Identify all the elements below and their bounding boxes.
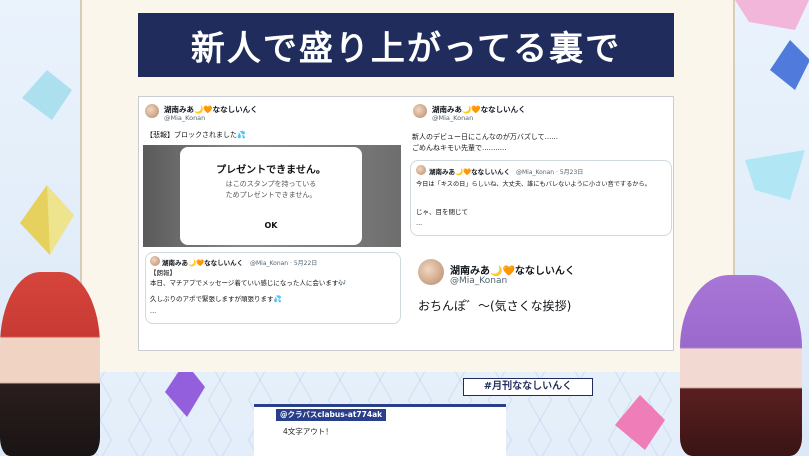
crystal-decor-left-top (22, 70, 72, 120)
crystal-decor-left (20, 185, 74, 255)
title-banner: 新人で盛り上がってる裏で (138, 13, 674, 77)
zoom-handle: @Mia_Konan (450, 276, 508, 286)
tweet-text-line: ごめんねキモい先輩で........... (412, 144, 507, 152)
crystal-decor-right-top (770, 40, 809, 90)
chat-author: @クラバスclabus-at774ak (276, 409, 387, 421)
quoted-text-line: 今日は「キスの日」らしいね、大丈夫、誰にもバレないように小さい音でするから。 (416, 181, 651, 188)
quoted-user-name: 湖南みあ🌙🧡ななしいんく (429, 168, 511, 176)
quoted-handle-date: @Mia_Konan · 5月22日 (250, 260, 318, 267)
crystal-decor-pink (735, 0, 809, 30)
present-error-dialog: プレゼントできません。 はこのスタンプを持っている ためプレゼントできません。 … (180, 147, 362, 245)
vtuber-avatar-left (0, 272, 100, 456)
crystal-decor-right-mid (745, 150, 805, 200)
crystal-decor-pink-bottom (615, 395, 665, 450)
avatar (145, 104, 159, 118)
quoted-text-line: 本日、マチアプでメッセージ着ていい感じになった人に会います🎶 (150, 279, 347, 287)
zoom-user-name: 湖南みあ🌙🧡ななしいんく (450, 266, 575, 277)
chat-message: 4文字アウト！ (283, 427, 333, 436)
quoted-text-line: じゃ、目を閉じて (416, 208, 468, 216)
tweet-handle: @Mia_Konan (164, 114, 206, 122)
ok-button[interactable]: OK (180, 221, 362, 230)
vtuber-avatar-right (680, 275, 802, 456)
avatar (418, 259, 444, 285)
slide-title: 新人で盛り上がってる裏で (190, 28, 622, 69)
quoted-text-line: 久しぶりのアポで緊張しますが頑張ります💦 (150, 295, 282, 303)
quoted-text-line: 【朗報】 (150, 269, 176, 277)
tweet-text: 【悲報】ブロックされました💦 (146, 131, 246, 139)
hashtag-label: #月刊ななしいんく (463, 378, 593, 396)
avatar (416, 165, 426, 175)
tweet-handle: @Mia_Konan (432, 114, 474, 122)
avatar (413, 104, 427, 118)
quoted-text-line: ... (150, 307, 157, 315)
dialog-title: プレゼントできません。 (216, 165, 326, 176)
dialog-message: はこのスタンプを持っている ためプレゼントできません。 (225, 180, 317, 199)
tweet-text-line: 新人のデビュー日にこんなのが万バズして...... (412, 133, 558, 141)
avatar (150, 256, 160, 266)
zoom-tweet-text: おちんぽ゛～(気さくな挨拶) (418, 299, 572, 313)
quoted-user-name: 湖南みあ🌙🧡ななしいんく (162, 259, 244, 267)
quoted-text-line: ... (416, 219, 423, 227)
quoted-handle-date: @Mia_Konan · 5月23日 (516, 169, 584, 176)
